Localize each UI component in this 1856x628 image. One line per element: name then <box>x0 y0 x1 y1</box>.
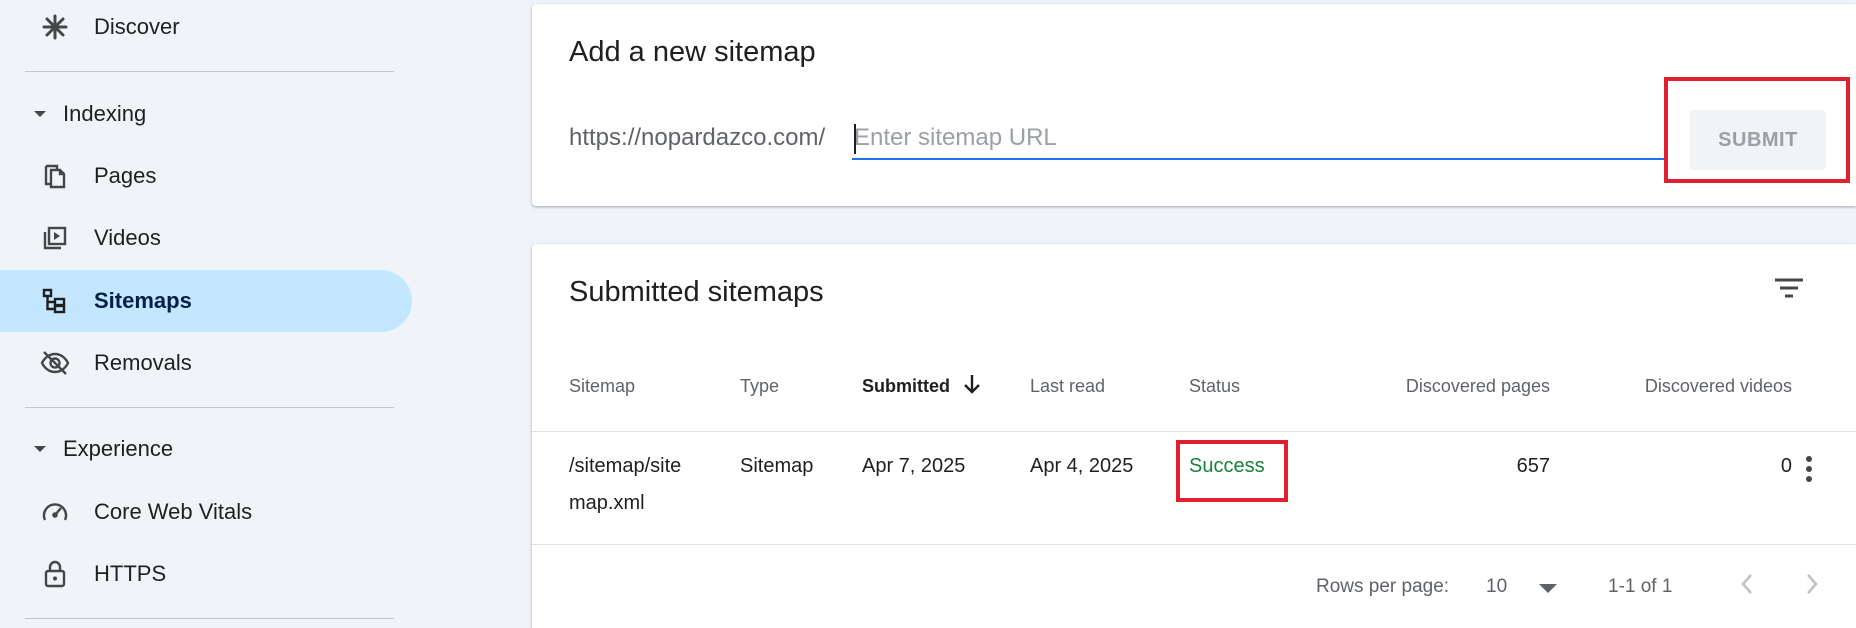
pages-icon <box>40 161 70 191</box>
caret-down-icon <box>34 111 46 117</box>
column-header-sitemap[interactable]: Sitemap <box>569 376 635 397</box>
cell-sitemap-line: /sitemap/site <box>569 455 682 477</box>
cell-submitted: Apr 7, 2025 <box>862 455 966 477</box>
rows-per-page-label: Rows per page: <box>1316 576 1450 597</box>
chevron-right-icon[interactable] <box>1792 562 1832 606</box>
sidebar-section-experience[interactable]: Experience <box>0 421 412 477</box>
caret-down-icon <box>34 446 46 452</box>
pagination-range: 1-1 of 1 <box>1608 576 1673 597</box>
sidebar-item-removals[interactable]: Removals <box>0 332 412 394</box>
sidebar-item-https[interactable]: HTTPS <box>0 543 412 605</box>
sidebar: Discover Indexing Pages Videos Sitemaps <box>0 0 420 628</box>
lock-icon <box>40 559 70 589</box>
text-cursor <box>854 124 856 154</box>
speed-gauge-icon <box>40 497 70 527</box>
filter-icon[interactable] <box>1771 270 1807 306</box>
rows-per-page-value: 10 <box>1486 576 1508 597</box>
submitted-sitemaps-title: Submitted sitemaps <box>569 276 824 308</box>
rows-per-page-select[interactable]: 10 <box>1482 566 1582 606</box>
cell-sitemap[interactable]: /sitemap/site map.xml <box>569 448 681 522</box>
sidebar-divider <box>25 618 394 619</box>
sitemap-icon <box>40 286 70 316</box>
sidebar-item-discover[interactable]: Discover <box>0 0 412 58</box>
cell-type: Sitemap <box>740 455 814 477</box>
table-divider <box>532 431 1856 432</box>
sidebar-divider <box>25 71 394 72</box>
sidebar-item-videos[interactable]: Videos <box>0 207 412 269</box>
add-sitemap-title: Add a new sitemap <box>569 36 816 68</box>
column-header-discovered-videos[interactable]: Discovered videos <box>1572 376 1792 397</box>
sidebar-section-label: Experience <box>63 436 174 461</box>
cell-sitemap-line: map.xml <box>569 492 645 514</box>
column-header-type[interactable]: Type <box>740 376 779 397</box>
sidebar-item-label: Videos <box>94 225 161 250</box>
sidebar-item-pages[interactable]: Pages <box>0 145 412 207</box>
sidebar-item-core-web-vitals[interactable]: Core Web Vitals <box>0 481 412 543</box>
table-divider <box>532 544 1856 545</box>
sidebar-item-label: Removals <box>94 350 192 375</box>
sidebar-item-label: Discover <box>94 14 180 39</box>
sidebar-item-sitemaps[interactable]: Sitemaps <box>0 270 412 332</box>
sidebar-item-label: HTTPS <box>94 561 167 586</box>
column-header-status[interactable]: Status <box>1189 376 1240 397</box>
sidebar-item-label: Sitemaps <box>94 288 192 313</box>
asterisk-icon <box>40 12 70 42</box>
column-header-submitted[interactable]: Submitted <box>862 375 980 397</box>
sidebar-divider <box>25 407 394 408</box>
sitemap-url-input[interactable] <box>852 118 1664 160</box>
site-url-prefix: https://nopardazco.com/ <box>569 124 826 151</box>
highlight-box-status <box>1176 440 1288 502</box>
submitted-sitemaps-card: Submitted sitemaps Sitemap Type Submitte… <box>532 244 1856 628</box>
sidebar-item-label: Pages <box>94 163 157 188</box>
sidebar-section-indexing[interactable]: Indexing <box>0 86 412 142</box>
cell-discovered-pages: 657 <box>1516 455 1550 477</box>
cell-discovered-videos: 0 <box>1780 455 1792 477</box>
arrow-down-icon <box>964 375 980 394</box>
video-library-icon <box>40 223 70 253</box>
dropdown-arrow-icon <box>1539 584 1557 593</box>
chevron-left-icon[interactable] <box>1727 562 1767 606</box>
column-header-last-read[interactable]: Last read <box>1030 376 1105 397</box>
cell-last-read: Apr 4, 2025 <box>1030 455 1134 477</box>
sidebar-section-label: Indexing <box>63 101 147 126</box>
column-header-discovered-pages[interactable]: Discovered pages <box>1366 376 1550 397</box>
highlight-box-submit <box>1664 77 1850 183</box>
column-header-label: Submitted <box>862 376 950 396</box>
more-vert-icon[interactable] <box>1798 453 1820 485</box>
visibility-off-icon <box>40 348 70 378</box>
add-sitemap-card: Add a new sitemap https://nopardazco.com… <box>532 4 1856 206</box>
sidebar-item-label: Core Web Vitals <box>94 499 253 524</box>
